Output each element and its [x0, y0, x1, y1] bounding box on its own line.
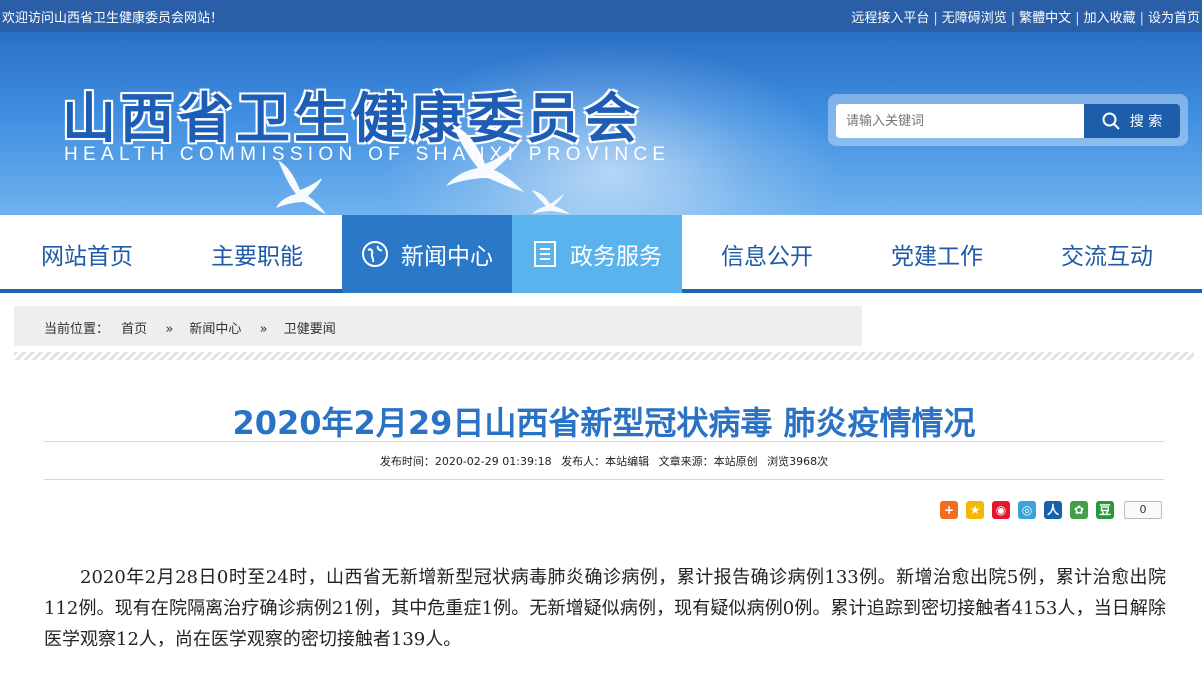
- welcome-text: 欢迎访问山西省卫生健康委员会网站！: [2, 11, 224, 26]
- publisher: 发布人：本站编辑: [561, 455, 650, 468]
- nav-item-label: 交流互动: [1061, 244, 1153, 270]
- breadcrumb-home-link[interactable]: 首页: [121, 322, 147, 337]
- site-subtitle: HEALTH COMMISSION OF SHANXI PROVINCE: [64, 144, 671, 165]
- article-meta: 发布时间：2020-02-29 01:39:18 发布人：本站编辑 文章来源：本…: [44, 453, 1164, 469]
- share-count: 0: [1124, 501, 1162, 519]
- breadcrumb-prefix: 当前位置：: [44, 322, 110, 337]
- accessibility-link[interactable]: 无障碍浏览: [942, 11, 1007, 26]
- site-title: 山西省卫生健康委员会: [62, 87, 642, 150]
- nav-item-functions[interactable]: 主要职能: [172, 215, 342, 293]
- search-button-label: 搜 索: [1129, 114, 1163, 130]
- renren-icon[interactable]: 人: [1044, 501, 1062, 519]
- globe-icon: [362, 241, 388, 267]
- nav-item-label: 网站首页: [41, 244, 133, 270]
- document-icon: [534, 241, 556, 267]
- nav-item-label: 信息公开: [721, 244, 813, 270]
- search-input[interactable]: [836, 104, 1086, 138]
- add-favorite-link[interactable]: 加入收藏: [1084, 11, 1136, 26]
- dove-icon: [532, 190, 570, 214]
- divider: [14, 352, 1194, 360]
- dove-icon: [446, 124, 524, 192]
- nav-item-services[interactable]: 政务服务: [512, 215, 682, 293]
- publish-time: 发布时间：2020-02-29 01:39:18: [379, 455, 552, 468]
- breadcrumb-separator: »: [259, 322, 268, 337]
- search-icon: [1102, 112, 1120, 130]
- divider: |: [933, 11, 938, 26]
- article-source: 文章来源：本站原创: [658, 455, 758, 468]
- divider: |: [1010, 11, 1016, 26]
- view-count: 浏览3968次: [767, 455, 829, 468]
- site-banner: 山西省卫生健康委员会 HEALTH COMMISSION OF SHANXI P…: [0, 32, 1202, 215]
- nav-item-label: 新闻中心: [401, 244, 493, 270]
- nav-item-interaction[interactable]: 交流互动: [1022, 215, 1192, 293]
- nav-item-label: 党建工作: [891, 244, 983, 270]
- top-bar: 欢迎访问山西省卫生健康委员会网站！ 远程接入平台 | 无障碍浏览 | 繁體中文 | 加入收藏…: [0, 0, 1202, 32]
- main-nav: 网站首页 主要职能 新闻中心 政务服务 信息公开 党建工作 交流互动: [0, 215, 1202, 293]
- traditional-chinese-link[interactable]: 繁體中文: [1019, 11, 1071, 26]
- qzone-icon[interactable]: ★: [966, 501, 984, 519]
- top-links: 远程接入平台 | 无障碍浏览 | 繁體中文 | 加入收藏 | 设为首页: [851, 7, 1200, 26]
- remote-access-link[interactable]: 远程接入平台: [851, 11, 929, 26]
- divider: [44, 441, 1164, 442]
- share-plus-icon[interactable]: +: [940, 501, 958, 519]
- article-title: 2020年2月29日山西省新型冠状病毒 肺炎疫情情况: [232, 404, 976, 442]
- nav-item-label: 政务服务: [570, 244, 662, 270]
- nav-item-home[interactable]: 网站首页: [2, 215, 172, 293]
- nav-item-party[interactable]: 党建工作: [852, 215, 1022, 293]
- nav-item-label: 主要职能: [211, 244, 303, 270]
- kaixin-icon[interactable]: ✿: [1070, 501, 1088, 519]
- divider: [44, 479, 1164, 480]
- set-homepage-link[interactable]: 设为首页: [1148, 11, 1200, 26]
- tencent-weibo-icon[interactable]: ◎: [1018, 501, 1036, 519]
- breadcrumb-separator: »: [165, 322, 174, 337]
- divider: |: [1075, 11, 1080, 26]
- search-button[interactable]: 搜 索: [1084, 104, 1180, 138]
- douban-icon[interactable]: 豆: [1096, 501, 1114, 519]
- share-bar: + ★ ◉ ◎ 人 ✿ 豆 0: [940, 500, 1162, 520]
- breadcrumb-news-link[interactable]: 新闻中心: [189, 322, 241, 337]
- nav-item-news[interactable]: 新闻中心: [342, 215, 512, 293]
- weibo-icon[interactable]: ◉: [992, 501, 1010, 519]
- article-body: 2020年2月28日0时至24时，山西省无新增新型冠状病毒肺炎确诊病例，累计报告…: [44, 567, 1166, 650]
- dove-icon: [276, 160, 326, 214]
- breadcrumb-current-link[interactable]: 卫健要闻: [284, 322, 336, 337]
- search-box: 搜 索: [828, 94, 1188, 146]
- divider: |: [1139, 11, 1144, 26]
- nav-item-disclosure[interactable]: 信息公开: [682, 215, 852, 293]
- breadcrumb: 当前位置： 首页 » 新闻中心 » 卫健要闻: [14, 306, 862, 346]
